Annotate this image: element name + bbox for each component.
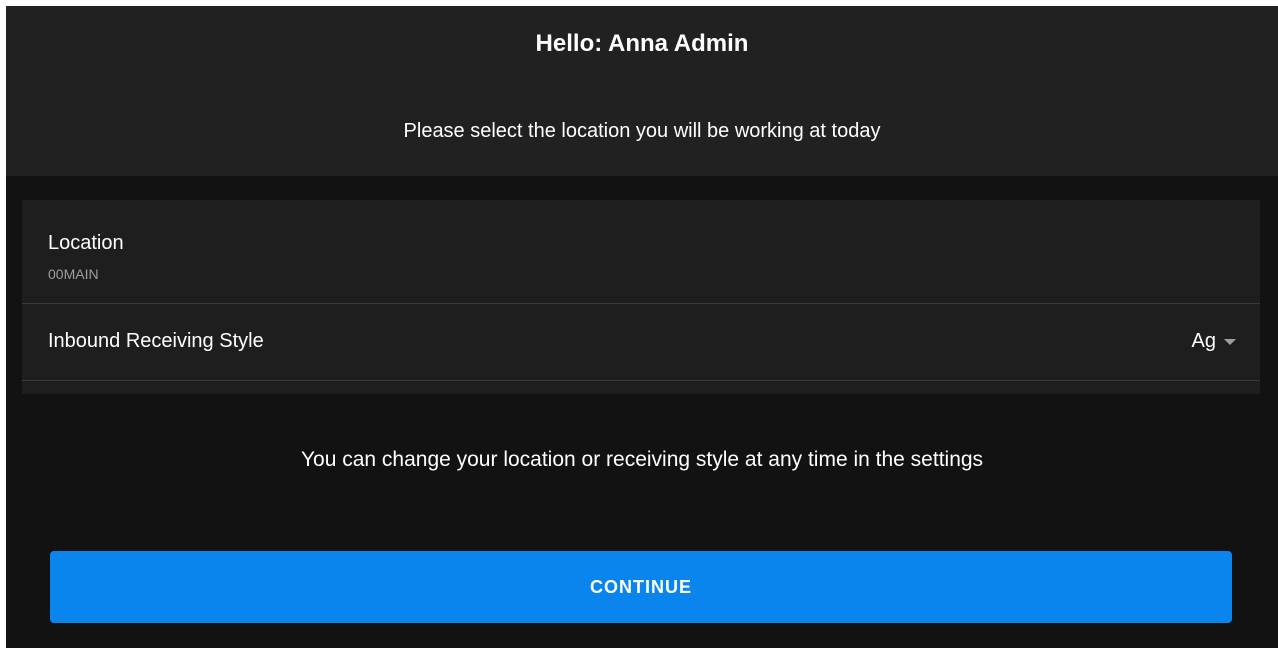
location-selection-screen: Hello: Anna Admin Please select the loca… (6, 6, 1278, 648)
location-setting-row[interactable]: Location 00MAIN (22, 200, 1260, 304)
receiving-style-label: Inbound Receiving Style (48, 330, 264, 352)
chevron-down-icon (1224, 338, 1236, 345)
location-prompt: Please select the location you will be w… (403, 120, 881, 142)
location-value: 00MAIN (48, 266, 99, 282)
settings-info-text: You can change your location or receivin… (300, 448, 984, 471)
settings-card: Location 00MAIN Inbound Receiving Style … (22, 200, 1260, 394)
continue-button[interactable]: CONTINUE (50, 551, 1232, 623)
header: Hello: Anna Admin Please select the loca… (6, 6, 1278, 176)
location-label: Location (48, 232, 124, 254)
receiving-style-select[interactable]: Ag (1192, 330, 1236, 353)
greeting-title: Hello: Anna Admin (535, 30, 749, 57)
receiving-style-value: Ag (1191, 330, 1216, 352)
receiving-style-row[interactable]: Inbound Receiving Style Ag (22, 304, 1260, 381)
